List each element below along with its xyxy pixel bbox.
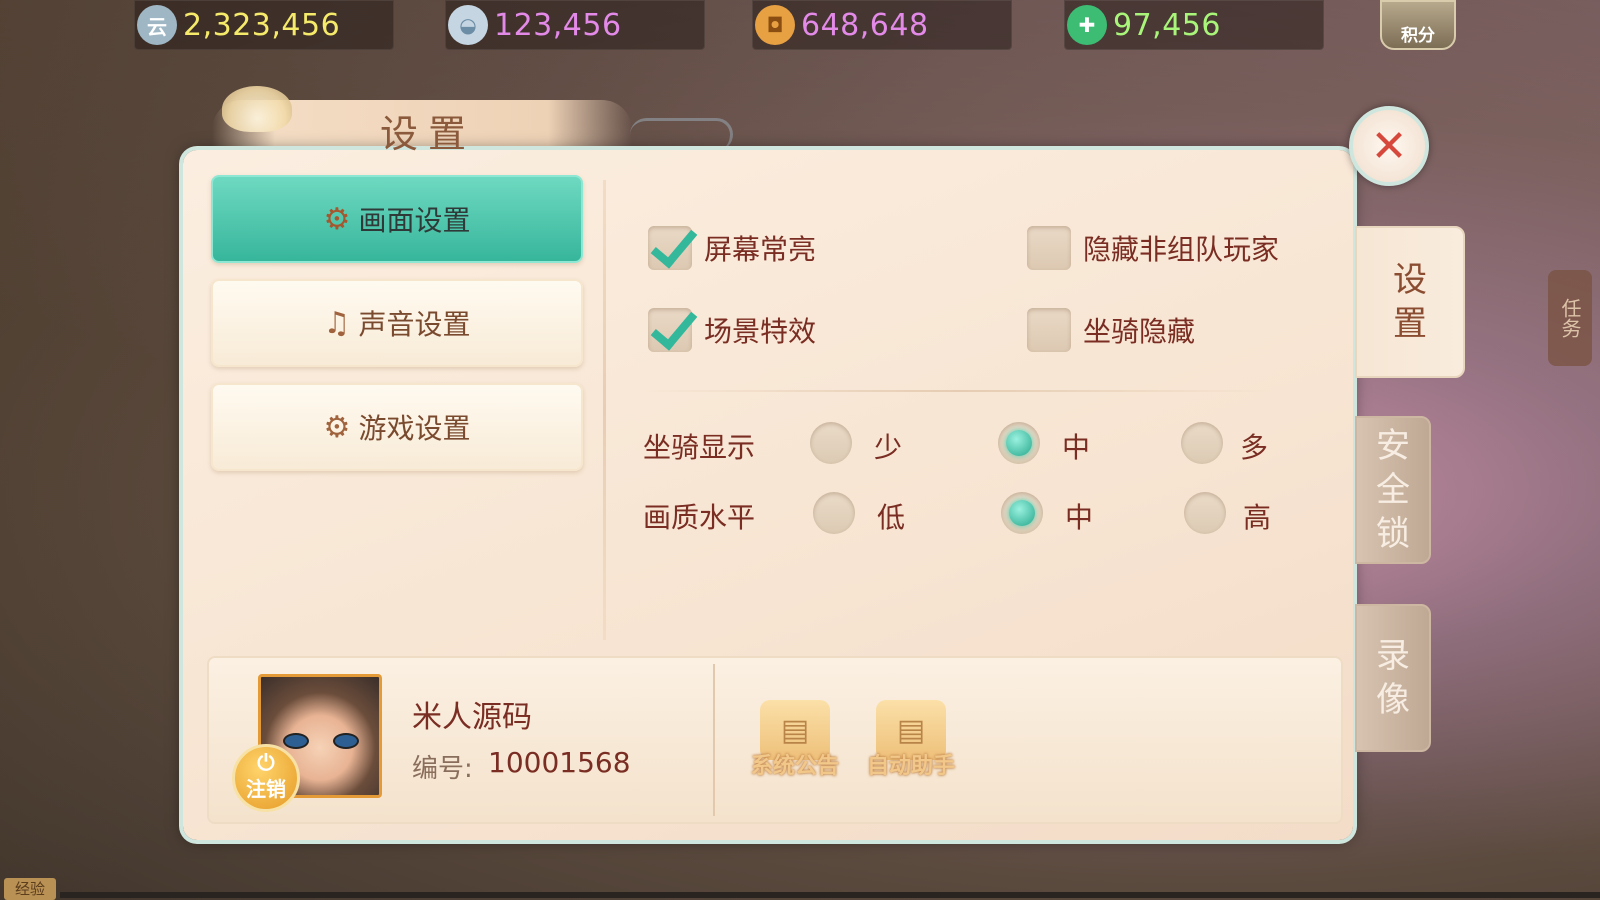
- checkbox-unchecked[interactable]: [1027, 226, 1071, 270]
- tab-label: 录 像: [1376, 636, 1410, 720]
- menu-sound-settings[interactable]: ♫ 声音设置: [211, 279, 583, 367]
- jade-add-icon: ✚: [1067, 5, 1107, 45]
- gears-icon: ⚙: [323, 409, 351, 445]
- menu-label: 声音设置: [358, 308, 471, 341]
- bottom-divider: [713, 664, 715, 816]
- currency-copper[interactable]: ◘ 648,648: [752, 0, 1012, 50]
- currency-value: 648,648: [801, 7, 929, 43]
- close-icon: ✕: [1370, 120, 1408, 172]
- tab-label: 安 全 锁: [1376, 426, 1410, 554]
- radio-quality-medium[interactable]: [1001, 492, 1043, 534]
- option-scene-effects[interactable]: 场景特效: [648, 308, 816, 352]
- task-tab[interactable]: 任务: [1548, 270, 1592, 366]
- radio-label: 低: [877, 501, 906, 534]
- menu-display-settings[interactable]: ⚙ 画面设置: [211, 175, 583, 263]
- currency-yun[interactable]: 云 2,323,456: [134, 0, 394, 50]
- option-label: 坐骑隐藏: [1083, 315, 1196, 348]
- option-label: 场景特效: [704, 315, 817, 348]
- currency-value: 97,456: [1113, 7, 1221, 43]
- logout-label: 注销: [246, 776, 286, 801]
- column-divider: [603, 180, 606, 640]
- radio-mount-many[interactable]: [1181, 422, 1223, 464]
- silver-ingot-icon: ◒: [448, 5, 488, 45]
- system-announcement-button[interactable]: ▤ 系统公告: [747, 700, 843, 790]
- avatar-eyes: [283, 733, 359, 749]
- task-tab-label: 任务: [1558, 298, 1582, 338]
- currency-silver[interactable]: ◒ 123,456: [445, 0, 705, 50]
- option-hide-non-team-players[interactable]: 隐藏非组队玩家: [1027, 226, 1279, 270]
- checkbox-unchecked[interactable]: [1027, 308, 1071, 352]
- exp-bar: [60, 892, 1600, 898]
- radio-label: 中: [1065, 501, 1094, 534]
- radio-label: 高: [1243, 501, 1272, 534]
- option-hide-mounts[interactable]: 坐骑隐藏: [1027, 308, 1195, 352]
- auto-assistant-button[interactable]: ▤ 自动助手: [863, 700, 959, 790]
- radio-mount-medium[interactable]: [998, 422, 1040, 464]
- tool-label: 自动助手: [866, 754, 955, 779]
- panel-title: 设置: [380, 112, 477, 156]
- player-name: 米人源码: [412, 700, 532, 735]
- menu-label: 游戏设置: [358, 412, 471, 445]
- mount-display-label: 坐骑显示: [643, 431, 756, 464]
- eye: [333, 733, 359, 749]
- quality-label: 画质水平: [643, 501, 756, 534]
- currency-jade[interactable]: ✚ 97,456: [1064, 0, 1324, 50]
- radio-mount-few[interactable]: [810, 422, 852, 464]
- points-label: 积分: [1401, 26, 1435, 46]
- eye: [283, 733, 309, 749]
- cloud-swirl-icon: [630, 118, 733, 151]
- option-screen-always-on[interactable]: 屏幕常亮: [648, 226, 816, 270]
- music-note-icon: ♫: [323, 305, 351, 341]
- radio-quality-high[interactable]: [1184, 492, 1226, 534]
- gear-picture-icon: ⚙: [323, 201, 351, 237]
- points-button[interactable]: 积分: [1380, 0, 1456, 50]
- menu-label: 画面设置: [358, 204, 471, 237]
- radio-quality-low[interactable]: [813, 492, 855, 534]
- yun-coin-icon: 云: [137, 5, 177, 45]
- checkbox-checked[interactable]: [648, 226, 692, 270]
- tab-recording[interactable]: 录 像: [1355, 604, 1431, 752]
- lotus-icon: [222, 86, 292, 132]
- menu-game-settings[interactable]: ⚙ 游戏设置: [211, 383, 583, 471]
- option-label: 屏幕常亮: [704, 233, 817, 266]
- tab-settings[interactable]: 设 置: [1355, 226, 1465, 378]
- tool-label: 系统公告: [750, 754, 839, 779]
- settings-menu: ⚙ 画面设置 ♫ 声音设置 ⚙ 游戏设置: [193, 165, 601, 645]
- logout-button[interactable]: ⏻ 注销: [232, 744, 300, 812]
- close-button[interactable]: ✕: [1349, 106, 1429, 186]
- tab-label: 设 置: [1393, 260, 1427, 344]
- player-id: 10001568: [488, 746, 631, 779]
- tab-security-lock[interactable]: 安 全 锁: [1355, 416, 1431, 564]
- copper-coin-icon: ◘: [755, 5, 795, 45]
- option-label: 隐藏非组队玩家: [1083, 233, 1280, 266]
- player-id-label: 编号:: [412, 754, 473, 784]
- power-icon: ⏻: [257, 750, 275, 776]
- currency-value: 2,323,456: [183, 7, 341, 43]
- options-divider: [640, 390, 1280, 392]
- radio-label: 中: [1062, 431, 1091, 464]
- checkbox-checked[interactable]: [648, 308, 692, 352]
- radio-label: 少: [874, 431, 903, 464]
- exp-label: 经验: [4, 878, 56, 900]
- currency-value: 123,456: [494, 7, 622, 43]
- radio-label: 多: [1240, 431, 1269, 464]
